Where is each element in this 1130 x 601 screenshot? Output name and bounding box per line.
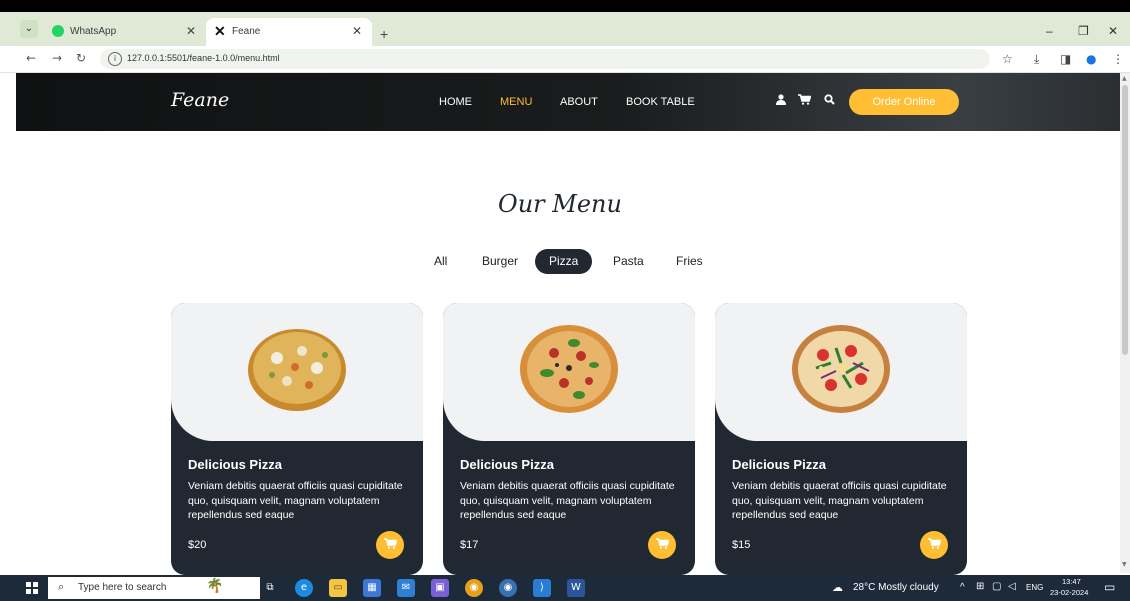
address-url[interactable]: 127.0.0.1:5501/feane-1.0.0/menu.html xyxy=(127,53,280,63)
windows-taskbar: ⌕ Type here to search 🌴 ⧉ e ▭ ▦ ✉ ▣ ◉ ◉ … xyxy=(0,575,1130,601)
vscode-icon[interactable]: ⟩ xyxy=(533,579,551,597)
search-icon: ⌕ xyxy=(58,580,65,593)
page-scrollbar[interactable]: ▲ ▼ xyxy=(1120,73,1130,573)
add-to-cart-button[interactable] xyxy=(376,531,404,559)
nav-home[interactable]: HOME xyxy=(439,96,472,108)
feane-favicon-icon: ✕ xyxy=(214,23,226,39)
card-description: Veniam debitis quaerat officiis quasi cu… xyxy=(460,480,675,521)
pizza-image xyxy=(792,325,890,413)
browser-toolbar: ← → ↻ i 127.0.0.1:5501/feane-1.0.0/menu.… xyxy=(0,46,1130,73)
cart-icon xyxy=(383,538,398,549)
restore-icon[interactable]: ❐ xyxy=(1078,24,1089,38)
store-icon[interactable]: ▦ xyxy=(363,579,381,597)
brand-logo[interactable]: Feane xyxy=(171,89,229,111)
nav-menu[interactable]: MENU xyxy=(500,96,532,108)
menu-card: Delicious Pizza Veniam debitis quaerat o… xyxy=(715,303,967,575)
tab-title: Feane xyxy=(232,26,261,37)
scrollbar-thumb[interactable] xyxy=(1122,85,1128,355)
task-view-icon[interactable]: ⧉ xyxy=(261,579,279,597)
photos-icon[interactable]: ▣ xyxy=(431,579,449,597)
card-title: Delicious Pizza xyxy=(732,457,826,472)
card-description: Veniam debitis quaerat officiis quasi cu… xyxy=(732,480,947,521)
download-icon[interactable]: ⤓ xyxy=(1034,52,1039,67)
minimize-icon[interactable]: – xyxy=(1046,24,1053,38)
menu-card: Delicious Pizza Veniam debitis quaerat o… xyxy=(443,303,695,575)
file-explorer-icon[interactable]: ▭ xyxy=(329,579,347,597)
whatsapp-icon xyxy=(52,25,64,37)
card-image-area xyxy=(715,303,967,441)
nav-book-table[interactable]: BOOK TABLE xyxy=(626,96,695,108)
tab-title: WhatsApp xyxy=(70,26,117,37)
tab-feane[interactable]: ✕ Feane ✕ xyxy=(206,18,372,46)
more-menu-icon[interactable]: ⋮ xyxy=(1112,52,1124,66)
filter-pizza[interactable]: Pizza xyxy=(535,249,593,274)
cart-icon xyxy=(655,538,670,549)
new-tab-button[interactable]: + xyxy=(380,26,388,42)
tray-chevron-icon[interactable]: ^ xyxy=(960,582,965,593)
cart-icon[interactable] xyxy=(798,94,812,108)
search-icon[interactable] xyxy=(824,94,835,108)
clock-date[interactable]: 23-02-2024 xyxy=(1050,588,1088,597)
search-highlight-icon: 🌴 xyxy=(206,578,224,594)
chrome-profile-icon[interactable]: ◉ xyxy=(499,579,517,597)
window-close-icon[interactable]: ✕ xyxy=(1108,24,1118,38)
close-icon[interactable]: ✕ xyxy=(186,24,196,38)
card-title: Delicious Pizza xyxy=(460,457,554,472)
card-title: Delicious Pizza xyxy=(188,457,282,472)
edge-icon[interactable]: e xyxy=(295,579,313,597)
add-to-cart-button[interactable] xyxy=(920,531,948,559)
order-online-button[interactable]: Order Online xyxy=(849,89,959,115)
address-bar[interactable]: i 127.0.0.1:5501/feane-1.0.0/menu.html xyxy=(100,49,990,69)
pizza-image xyxy=(248,329,346,411)
back-icon[interactable]: ← xyxy=(26,51,36,65)
reload-icon[interactable]: ↻ xyxy=(76,51,86,65)
taskbar-search-placeholder: Type here to search xyxy=(78,582,167,593)
page-title: Our Menu xyxy=(498,190,622,218)
add-to-cart-button[interactable] xyxy=(648,531,676,559)
cart-icon xyxy=(927,538,942,549)
site-header: Feane HOME MENU ABOUT BOOK TABLE Order O… xyxy=(16,73,1120,131)
filter-pasta[interactable]: Pasta xyxy=(599,249,658,274)
word-icon[interactable]: W xyxy=(567,579,585,597)
site-info-icon[interactable]: i xyxy=(108,52,122,66)
scroll-up-icon[interactable]: ▲ xyxy=(1122,75,1127,82)
clock-time[interactable]: 13:47 xyxy=(1062,577,1081,586)
language-indicator[interactable]: ENG xyxy=(1026,583,1043,592)
profile-icon[interactable]: ● xyxy=(1086,52,1096,66)
forward-icon[interactable]: → xyxy=(52,51,62,65)
bookmark-star-icon[interactable]: ☆ xyxy=(1002,52,1013,66)
card-image-area xyxy=(171,303,423,441)
filter-burger[interactable]: Burger xyxy=(468,249,532,274)
user-icon[interactable] xyxy=(776,94,786,108)
close-icon[interactable]: ✕ xyxy=(352,24,362,38)
card-price: $20 xyxy=(188,539,207,551)
pizza-image xyxy=(520,325,618,413)
filter-all[interactable]: All xyxy=(420,249,461,274)
display-icon[interactable]: ▢ xyxy=(992,581,1001,592)
screen-top-border xyxy=(0,0,1130,12)
card-image-area xyxy=(443,303,695,441)
weather-status[interactable]: 28°C Mostly cloudy xyxy=(853,582,939,593)
card-price: $15 xyxy=(732,539,751,551)
weather-icon[interactable]: ☁ xyxy=(832,581,843,594)
card-price: $17 xyxy=(460,539,479,551)
browser-tab-strip: ⌄ WhatsApp ✕ ✕ Feane ✕ + – ❐ ✕ xyxy=(0,12,1130,46)
volume-icon[interactable]: ◁ xyxy=(1008,581,1016,592)
card-description: Veniam debitis quaerat officiis quasi cu… xyxy=(188,480,403,521)
notifications-icon[interactable]: ▭ xyxy=(1104,580,1115,594)
taskbar-search-input[interactable]: ⌕ Type here to search 🌴 xyxy=(48,577,260,599)
filter-fries[interactable]: Fries xyxy=(662,249,717,274)
scroll-down-icon[interactable]: ▼ xyxy=(1122,561,1127,568)
windows-start-icon[interactable] xyxy=(26,582,38,594)
nav-about[interactable]: ABOUT xyxy=(560,96,598,108)
side-panel-icon[interactable]: ◨ xyxy=(1060,52,1071,66)
menu-card: Delicious Pizza Veniam debitis quaerat o… xyxy=(171,303,423,575)
network-icon[interactable]: ⊞ xyxy=(976,581,984,592)
mail-icon[interactable]: ✉ xyxy=(397,579,415,597)
tab-whatsapp[interactable]: WhatsApp ✕ xyxy=(44,18,206,46)
tab-search-chevron-icon[interactable]: ⌄ xyxy=(20,20,38,38)
chrome-icon[interactable]: ◉ xyxy=(465,579,483,597)
